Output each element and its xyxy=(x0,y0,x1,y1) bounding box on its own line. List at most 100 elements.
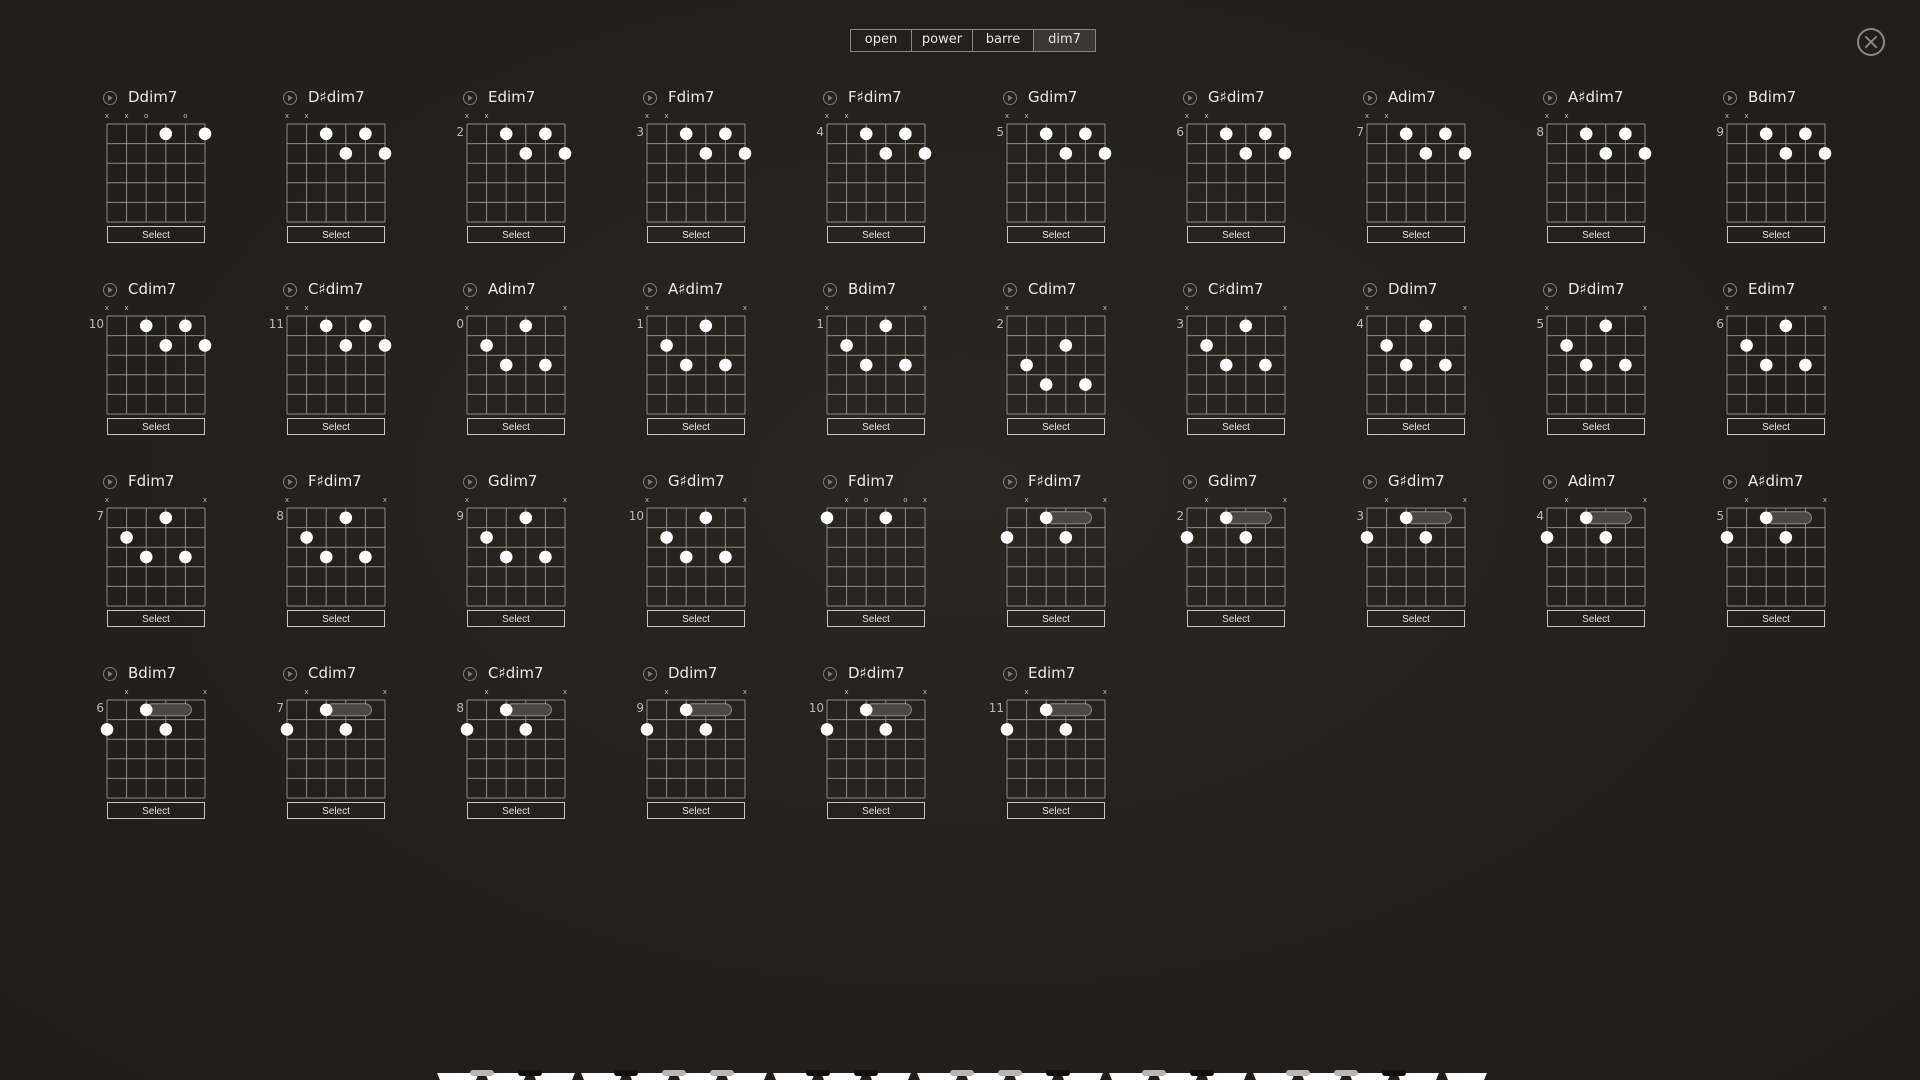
play-icon[interactable] xyxy=(1723,91,1737,105)
play-icon[interactable] xyxy=(463,91,477,105)
select-button[interactable]: Select xyxy=(827,610,925,627)
muted-string-marker: x xyxy=(1745,112,1749,120)
select-button[interactable]: Select xyxy=(1727,418,1825,435)
tab-open[interactable]: open xyxy=(851,30,912,51)
play-icon[interactable] xyxy=(1543,283,1557,297)
muted-string-marker: x xyxy=(1103,304,1107,312)
play-icon[interactable] xyxy=(1543,91,1557,105)
chord-name: Ddim7 xyxy=(128,88,178,106)
play-icon[interactable] xyxy=(1363,283,1377,297)
start-fret-number: 11 xyxy=(988,701,1004,715)
play-icon[interactable] xyxy=(823,283,837,297)
chord-card: A♯dim7 8 Select x x xyxy=(1536,88,1720,280)
play-icon[interactable] xyxy=(1723,475,1737,489)
finger-dot xyxy=(1579,358,1593,372)
finger-dot xyxy=(1259,127,1272,141)
play-icon[interactable] xyxy=(463,283,477,297)
select-button[interactable]: Select xyxy=(1007,226,1105,243)
select-button[interactable]: Select xyxy=(1367,418,1465,435)
play-icon[interactable] xyxy=(1003,667,1017,681)
chord-card: Ddim7 9 Select x x xyxy=(636,664,820,856)
muted-string-marker: x xyxy=(465,496,469,504)
play-icon[interactable] xyxy=(463,475,477,489)
play-icon[interactable] xyxy=(103,91,117,105)
select-button[interactable]: Select xyxy=(107,802,205,819)
tab-dim7[interactable]: dim7 xyxy=(1034,30,1095,51)
tab-power[interactable]: power xyxy=(912,30,973,51)
select-button[interactable]: Select xyxy=(287,610,385,627)
select-button[interactable]: Select xyxy=(1547,418,1645,435)
select-button[interactable]: Select xyxy=(467,802,565,819)
play-icon[interactable] xyxy=(103,283,117,297)
select-button[interactable]: Select xyxy=(287,226,385,243)
select-button[interactable]: Select xyxy=(1007,802,1105,819)
play-icon[interactable] xyxy=(643,667,657,681)
select-button[interactable]: Select xyxy=(647,418,745,435)
select-button[interactable]: Select xyxy=(1727,610,1825,627)
select-button[interactable]: Select xyxy=(1367,226,1465,243)
select-button[interactable]: Select xyxy=(1187,418,1285,435)
select-button[interactable]: Select xyxy=(467,226,565,243)
open-string-marker: o xyxy=(864,496,868,504)
play-icon[interactable] xyxy=(643,91,657,105)
close-icon[interactable] xyxy=(1857,28,1885,56)
select-button[interactable]: Select xyxy=(647,802,745,819)
select-button[interactable]: Select xyxy=(467,610,565,627)
play-icon[interactable] xyxy=(1723,283,1737,297)
play-icon[interactable] xyxy=(1183,91,1197,105)
select-button[interactable]: Select xyxy=(467,418,565,435)
play-icon[interactable] xyxy=(283,283,297,297)
play-icon[interactable] xyxy=(1003,475,1017,489)
chord-name: Edim7 xyxy=(1748,280,1796,298)
finger-dot xyxy=(738,147,752,160)
select-button[interactable]: Select xyxy=(647,226,745,243)
piano-keyboard[interactable] xyxy=(434,1070,1490,1080)
select-button[interactable]: Select xyxy=(107,418,205,435)
play-icon[interactable] xyxy=(823,475,837,489)
select-button[interactable]: Select xyxy=(1187,610,1285,627)
select-button[interactable]: Select xyxy=(1187,226,1285,243)
start-fret-number: 9 xyxy=(456,509,464,523)
select-button[interactable]: Select xyxy=(1007,610,1105,627)
select-button[interactable]: Select xyxy=(287,802,385,819)
select-button[interactable]: Select xyxy=(1547,610,1645,627)
select-button[interactable]: Select xyxy=(107,226,205,243)
play-icon[interactable] xyxy=(283,667,297,681)
finger-dot xyxy=(339,723,353,736)
play-icon[interactable] xyxy=(283,475,297,489)
play-icon[interactable] xyxy=(1003,91,1017,105)
play-icon[interactable] xyxy=(103,667,117,681)
select-button[interactable]: Select xyxy=(1007,418,1105,435)
select-button[interactable]: Select xyxy=(107,610,205,627)
chord-name: C♯dim7 xyxy=(488,664,544,682)
select-button[interactable]: Select xyxy=(647,610,745,627)
play-icon[interactable] xyxy=(283,91,297,105)
play-icon[interactable] xyxy=(1363,91,1377,105)
select-button[interactable]: Select xyxy=(827,226,925,243)
play-icon[interactable] xyxy=(1543,475,1557,489)
chord-card: Bdim7 9 Select x x xyxy=(1716,88,1900,280)
chord-diagram: xx xyxy=(285,496,387,607)
chord-card: C♯dim7 3 Select x x xyxy=(1176,280,1360,472)
select-button[interactable]: Select xyxy=(1547,226,1645,243)
play-icon[interactable] xyxy=(643,475,657,489)
tab-barre[interactable]: barre xyxy=(973,30,1034,51)
play-icon[interactable] xyxy=(1003,283,1017,297)
play-icon[interactable] xyxy=(823,667,837,681)
muted-string-marker: x xyxy=(1545,112,1549,120)
play-icon[interactable] xyxy=(1183,283,1197,297)
muted-string-marker: x xyxy=(563,496,567,504)
select-button[interactable]: Select xyxy=(1727,226,1825,243)
select-button[interactable]: Select xyxy=(827,802,925,819)
chord-name: Edim7 xyxy=(1028,664,1076,682)
select-button[interactable]: Select xyxy=(287,418,385,435)
play-icon[interactable] xyxy=(103,475,117,489)
play-icon[interactable] xyxy=(463,667,477,681)
chord-name: Gdim7 xyxy=(1208,472,1258,490)
play-icon[interactable] xyxy=(643,283,657,297)
play-icon[interactable] xyxy=(1363,475,1377,489)
select-button[interactable]: Select xyxy=(827,418,925,435)
play-icon[interactable] xyxy=(1183,475,1197,489)
play-icon[interactable] xyxy=(823,91,837,105)
select-button[interactable]: Select xyxy=(1367,610,1465,627)
